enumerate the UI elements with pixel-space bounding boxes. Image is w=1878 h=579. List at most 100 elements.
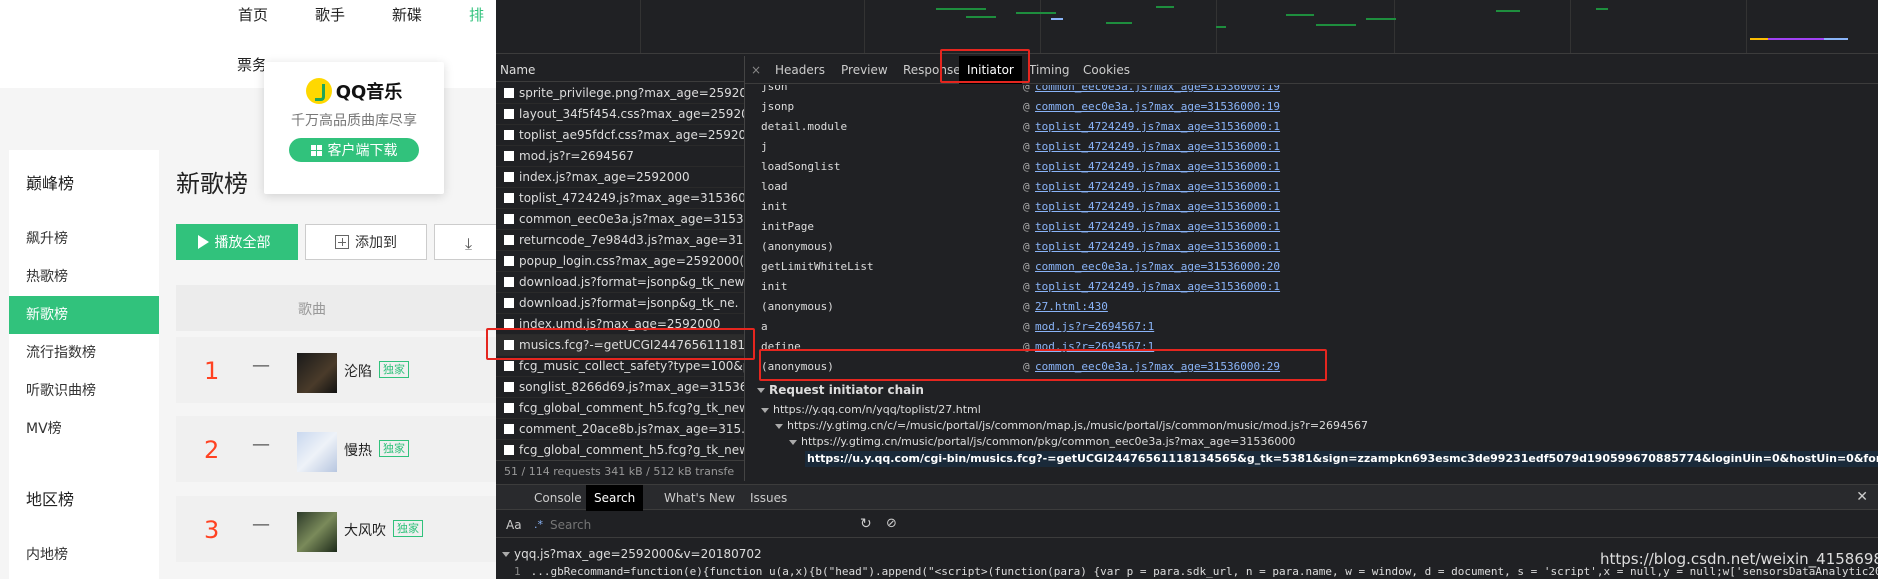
download-client-button[interactable]: 客户端下载 [289, 138, 419, 162]
match-case-toggle[interactable]: Aa [506, 518, 522, 532]
request-row[interactable]: returncode_7e984d3.js?max_age=31. [496, 230, 744, 251]
source-link[interactable]: common_eec0e3a.js?max_age=31536000:29 [1035, 357, 1280, 377]
add-to-button[interactable]: 添加到 [305, 224, 427, 260]
tab-search[interactable]: Search [586, 485, 644, 511]
request-row[interactable]: download.js?format=jsonp&g_tk_new_. [496, 272, 744, 293]
name-column-header[interactable]: Name [496, 58, 744, 82]
request-row[interactable]: index.umd.js?max_age=2592000 [496, 314, 744, 335]
tab-initiator[interactable]: Initiator [959, 56, 1022, 84]
request-row[interactable]: songlist_8266d69.js?max_age=31536 [496, 377, 744, 398]
file-icon [504, 382, 514, 392]
sidebar-item-rising[interactable]: 飙升榜 [9, 220, 159, 258]
nav-tickets[interactable]: 票务 [237, 54, 267, 75]
request-row[interactable]: fcg_global_comment_h5.fcg?g_tk_new_. [496, 440, 744, 457]
network-overview[interactable] [496, 0, 1878, 54]
nav-home[interactable]: 首页 [238, 4, 268, 25]
song-row[interactable]: 3 — 大风吹 独家 [176, 496, 496, 562]
sidebar-item-new[interactable]: 新歌榜 [9, 296, 159, 334]
stack-frame: getLimitWhiteList @ common_eec0e3a.js?max_… [745, 257, 1878, 277]
search-input[interactable] [546, 516, 836, 534]
search-result-file[interactable]: yqq.js?max_age=2592000&v=20180702 [502, 547, 762, 561]
song-row[interactable]: 1 — 沦陷 独家 [176, 337, 496, 403]
nav-singers[interactable]: 歌手 [315, 4, 345, 25]
song-name[interactable]: 沦陷 [344, 361, 372, 381]
expand-triangle-icon [757, 388, 765, 393]
clear-icon[interactable]: ⊘ [886, 516, 897, 531]
source-link[interactable]: toplist_4724249.js?max_age=31536000:1 [1035, 277, 1280, 297]
refresh-icon[interactable]: ↻ [860, 516, 872, 532]
tab-timing[interactable]: Timing [1021, 56, 1078, 84]
tab-issues[interactable]: Issues [742, 485, 795, 511]
qq-music-logo-text: QQ音乐 [335, 82, 403, 103]
request-row[interactable]: fcg_music_collect_safety?type=100&pr. [496, 356, 744, 377]
source-link[interactable]: mod.js?r=2694567:1 [1035, 317, 1154, 337]
request-row[interactable]: toplist_ae95fdcf.css?max_age=25920 [496, 125, 744, 146]
chain-entry-selected[interactable]: https://u.y.qq.com/cgi-bin/musics.fcg?-=… [805, 451, 1878, 467]
request-row[interactable]: toplist_4724249.js?max_age=315360. [496, 188, 744, 209]
song-row[interactable]: 2 — 慢热 独家 [176, 416, 496, 482]
sidebar-item-mainland[interactable]: 内地榜 [9, 536, 159, 574]
close-detail-icon[interactable]: × [751, 56, 761, 84]
sidebar-item-pop-index[interactable]: 流行指数榜 [9, 334, 159, 372]
stack-frame: json @ common_eec0e3a.js?max_age=31536000:… [745, 85, 1878, 97]
tab-cookies[interactable]: Cookies [1075, 56, 1138, 84]
tab-preview[interactable]: Preview [833, 56, 896, 84]
download-icon: ⤓ [465, 234, 473, 253]
play-all-label: 播放全部 [214, 235, 271, 251]
album-cover[interactable] [297, 512, 337, 552]
nav-charts[interactable]: 排 [469, 4, 484, 25]
rank-change: — [252, 434, 270, 455]
request-row[interactable]: common_eec0e3a.js?max_age=3153. [496, 209, 744, 230]
source-link[interactable]: common_eec0e3a.js?max_age=31536000:19 [1035, 97, 1280, 117]
tab-response[interactable]: Response [895, 56, 969, 84]
request-row[interactable]: comment_20ace8b.js?max_age=315. [496, 419, 744, 440]
source-link[interactable]: toplist_4724249.js?max_age=31536000:1 [1035, 197, 1280, 217]
source-link[interactable]: toplist_4724249.js?max_age=31536000:1 [1035, 157, 1280, 177]
source-link[interactable]: toplist_4724249.js?max_age=31536000:1 [1035, 117, 1280, 137]
source-link[interactable]: common_eec0e3a.js?max_age=31536000:20 [1035, 257, 1280, 277]
play-all-button[interactable]: 播放全部 [176, 224, 298, 260]
request-row[interactable]: fcg_global_comment_h5.fcg?g_tk_new_. [496, 398, 744, 419]
request-row[interactable]: sprite_privilege.png?max_age=25920 [496, 83, 744, 104]
source-link[interactable]: toplist_4724249.js?max_age=31536000:1 [1035, 137, 1280, 157]
source-link[interactable]: common_eec0e3a.js?max_age=31536000:19 [1035, 85, 1280, 97]
song-name[interactable]: 慢热 [344, 440, 372, 460]
song-rank: 2 [204, 436, 220, 464]
chain-entry[interactable]: https://y.gtimg.cn/music/portal/js/commo… [789, 435, 1295, 448]
nav-albums[interactable]: 新碟 [392, 4, 422, 25]
request-row[interactable]: index.js?max_age=2592000 [496, 167, 744, 188]
stack-frame: j @ toplist_4724249.js?max_age=31536000:1 [745, 137, 1878, 157]
request-row[interactable]: mod.js?r=2694567 [496, 146, 744, 167]
sidebar-item-mv[interactable]: MV榜 [9, 410, 159, 448]
sidebar-item-hot[interactable]: 热歌榜 [9, 258, 159, 296]
chain-entry[interactable]: https://y.gtimg.cn/c/=/music/portal/js/c… [775, 419, 1368, 432]
chain-entry[interactable]: https://y.qq.com/n/yqq/toplist/27.html [761, 403, 981, 416]
song-name[interactable]: 大风吹 [344, 520, 386, 540]
tab-headers[interactable]: Headers [767, 56, 833, 84]
request-row-selected[interactable]: musics.fcg?-=getUCGI24476561118134 [496, 335, 744, 356]
stack-frame: load @ toplist_4724249.js?max_age=31536000… [745, 177, 1878, 197]
file-icon [504, 88, 514, 98]
drawer-tabs: Console Search What's New Issues ✕ [496, 484, 1878, 511]
source-link[interactable]: toplist_4724249.js?max_age=31536000:1 [1035, 237, 1280, 257]
request-row[interactable]: layout_34f5f454.css?max_age=25920 [496, 104, 744, 125]
close-drawer-icon[interactable]: ✕ [1856, 489, 1868, 505]
album-cover[interactable] [297, 432, 337, 472]
album-cover[interactable] [297, 353, 337, 393]
request-row[interactable]: download.js?format=jsonp&g_tk_ne. [496, 293, 744, 314]
initiator-chain-title[interactable]: Request initiator chain [757, 383, 924, 397]
expand-triangle-icon [789, 439, 797, 445]
sidebar-item-song-recognition[interactable]: 听歌识曲榜 [9, 372, 159, 410]
source-link[interactable]: toplist_4724249.js?max_age=31536000:1 [1035, 177, 1280, 197]
request-row[interactable]: popup_login.css?max_age=2592000( [496, 251, 744, 272]
file-icon [504, 403, 514, 413]
tab-console[interactable]: Console [526, 485, 590, 511]
source-link[interactable]: toplist_4724249.js?max_age=31536000:1 [1035, 217, 1280, 237]
tab-whats-new[interactable]: What's New [656, 485, 743, 511]
source-link[interactable]: mod.js?r=2694567:1 [1035, 337, 1154, 357]
source-link[interactable]: 27.html:430 [1035, 297, 1108, 317]
regex-toggle[interactable]: .* [534, 518, 543, 531]
exclusive-badge: 独家 [379, 361, 409, 378]
download-button[interactable]: ⤓ [434, 224, 496, 260]
stack-frame: (anonymous) @ toplist_4724249.js?max_age=3… [745, 237, 1878, 257]
